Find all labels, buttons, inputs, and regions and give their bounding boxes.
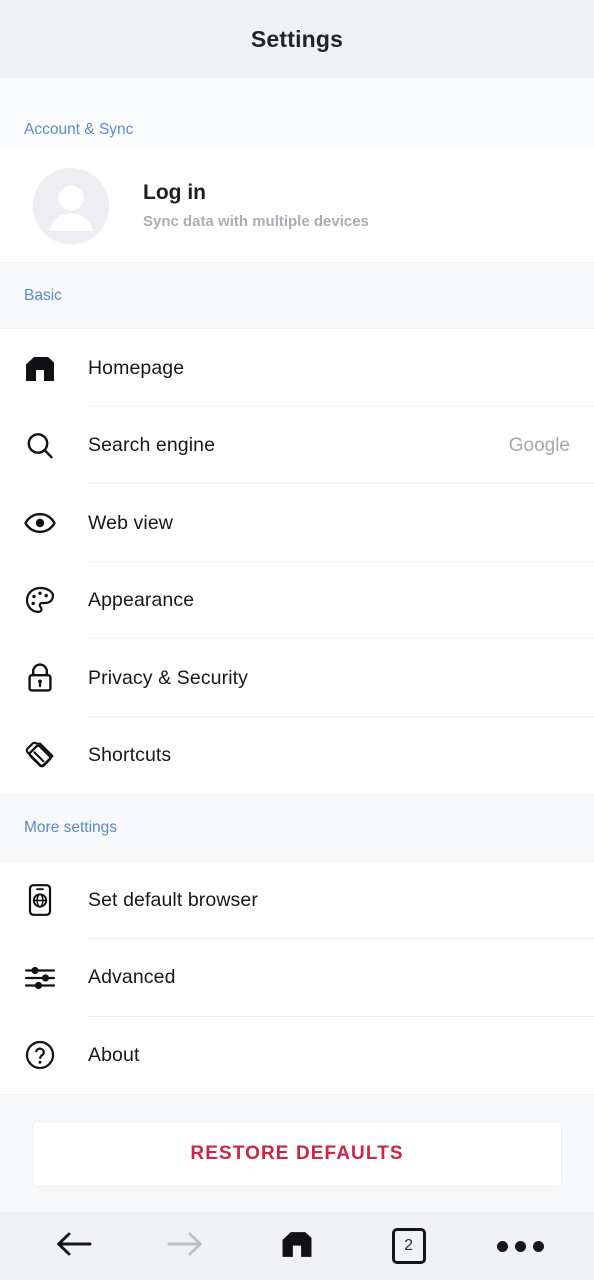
setting-label: Search engine — [88, 434, 216, 456]
question-circle-icon — [22, 1037, 58, 1073]
setting-row-appearance[interactable]: Appearance — [0, 561, 594, 640]
back-button[interactable] — [37, 1218, 111, 1274]
app-bar: Settings — [0, 0, 594, 78]
section-header-basic: Basic — [0, 262, 594, 330]
setting-row-body: Search engine Google — [88, 407, 594, 485]
setting-row-search-engine[interactable]: Search engine Google — [0, 406, 594, 485]
setting-label: Shortcuts — [88, 744, 172, 766]
maxthon-logo-icon — [22, 350, 58, 386]
home-button[interactable] — [260, 1218, 334, 1274]
setting-row-body: Advanced — [88, 939, 594, 1017]
setting-row-body: Web view — [88, 484, 594, 562]
setting-row-body: About — [88, 1017, 594, 1095]
overflow-menu-icon — [496, 1240, 544, 1252]
setting-label: Advanced — [88, 966, 176, 989]
setting-row-web-view[interactable]: Web view — [0, 484, 594, 562]
setting-value: Google — [508, 434, 570, 456]
settings-content: Account & Sync Log in Sync data with mul… — [0, 78, 594, 1212]
search-icon — [22, 428, 58, 464]
setting-row-body: Shortcuts — [88, 717, 594, 795]
setting-label: Privacy & Security — [88, 666, 249, 689]
section-header-account: Account & Sync — [0, 78, 594, 150]
setting-label: About — [88, 1043, 140, 1066]
setting-row-body: Set default browser — [88, 862, 594, 940]
more-settings-list: Set default browser Advanced About — [0, 861, 594, 1095]
maxthon-logo-icon — [280, 1228, 314, 1264]
account-title: Log in — [143, 181, 206, 205]
setting-row-homepage[interactable]: Homepage — [0, 329, 594, 407]
sliders-icon — [22, 960, 58, 996]
setting-row-shortcuts[interactable]: Shortcuts — [0, 716, 594, 795]
avatar — [33, 167, 109, 244]
account-login-row[interactable]: Log in Sync data with multiple devices — [0, 149, 594, 262]
arrow-left-icon — [52, 1229, 96, 1264]
setting-label: Appearance — [88, 589, 195, 611]
section-header-more-settings: More settings — [0, 794, 594, 862]
palette-icon — [22, 583, 58, 619]
setting-row-advanced[interactable]: Advanced — [0, 939, 594, 1017]
account-subtitle: Sync data with multiple devices — [143, 213, 369, 231]
setting-label: Set default browser — [88, 888, 258, 911]
lock-icon — [22, 660, 58, 696]
tab-switcher-button[interactable]: 2 — [372, 1218, 446, 1274]
phone-globe-icon — [22, 882, 58, 918]
bottom-navigation-bar: 2 — [0, 1212, 594, 1280]
overflow-menu-button[interactable] — [483, 1218, 557, 1274]
arrow-right-icon — [163, 1229, 207, 1264]
setting-row-body: Homepage — [88, 329, 594, 407]
forward-button[interactable] — [148, 1218, 222, 1274]
setting-label: Web view — [88, 511, 173, 534]
settings-screen: Settings Account & Sync Log in Sync data… — [0, 0, 594, 1280]
page-title: Settings — [250, 25, 344, 52]
setting-label: Homepage — [88, 356, 185, 379]
setting-row-set-default-browser[interactable]: Set default browser — [0, 861, 594, 940]
eye-icon — [22, 505, 58, 541]
account-texts: Log in Sync data with multiple devices — [143, 180, 369, 231]
tab-count-badge: 2 — [391, 1228, 426, 1264]
setting-row-body: Appearance — [88, 562, 594, 640]
restore-defaults-area: RESTORE DEFAULTS — [0, 1094, 594, 1212]
setting-row-privacy-security[interactable]: Privacy & Security — [0, 639, 594, 717]
shortcuts-icon — [22, 738, 58, 774]
basic-settings-list: Homepage Search engine Google Web view A… — [0, 329, 594, 795]
setting-row-about[interactable]: About — [0, 1016, 594, 1095]
setting-row-body: Privacy & Security — [88, 639, 594, 717]
restore-defaults-button[interactable]: RESTORE DEFAULTS — [32, 1120, 562, 1187]
